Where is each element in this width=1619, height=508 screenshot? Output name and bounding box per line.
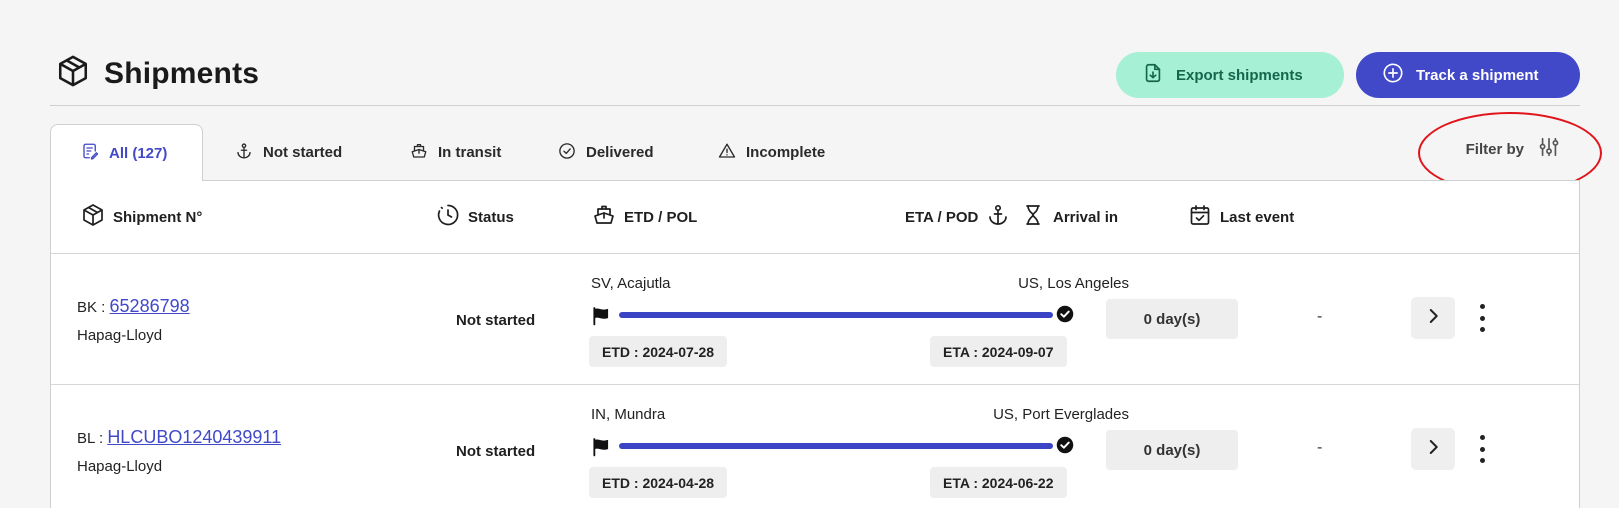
column-status[interactable]: Status xyxy=(436,203,514,231)
package-icon xyxy=(81,203,105,231)
shipment-reference: BL : HLCUBO1240439911 xyxy=(77,427,281,448)
file-download-icon xyxy=(1142,62,1164,88)
anchor-icon xyxy=(235,142,253,164)
carrier-name: Hapag-Lloyd xyxy=(77,327,163,344)
port-of-discharge: US, Los Angeles xyxy=(1018,275,1129,292)
tab-incomplete[interactable]: Incomplete xyxy=(688,124,855,181)
filter-by-button[interactable]: Filter by xyxy=(1466,136,1560,162)
progress-bar xyxy=(619,443,1053,449)
column-eta-pod-label: ETA / POD xyxy=(905,208,979,226)
table-row[interactable]: BL : HLCUBO1240439911 Hapag-Lloyd Not st… xyxy=(51,385,1579,508)
more-icon-dot xyxy=(1479,327,1485,332)
eta-chip: ETA : 2024-09-07 xyxy=(930,336,1067,367)
title-wrap: Shipments xyxy=(56,54,259,93)
open-shipment-button[interactable] xyxy=(1411,297,1455,339)
clock-icon xyxy=(436,203,460,231)
more-icon-dot xyxy=(1479,315,1485,321)
more-icon-dot xyxy=(1479,458,1485,463)
column-eta-pod[interactable]: ETA / POD xyxy=(905,203,1010,231)
etd-chip: ETD : 2024-07-28 xyxy=(589,336,728,367)
more-icon-dot xyxy=(1479,446,1485,452)
tab-incomplete-label: Incomplete xyxy=(746,144,826,161)
shipment-reference: BK : 65286798 xyxy=(77,296,190,317)
column-last-event[interactable]: Last event xyxy=(1188,203,1294,231)
calendar-check-icon xyxy=(1188,203,1212,231)
export-shipments-label: Export shipments xyxy=(1176,66,1303,84)
ship-icon xyxy=(592,203,616,231)
flag-icon xyxy=(591,437,611,462)
check-circle-filled-icon xyxy=(1056,436,1074,459)
plus-circle-icon xyxy=(1382,62,1404,88)
filter-by-label: Filter by xyxy=(1465,140,1524,158)
more-options-button[interactable] xyxy=(1475,304,1489,332)
tab-not-started-label: Not started xyxy=(263,144,343,161)
reference-type: BL : xyxy=(77,430,104,447)
more-icon-dot xyxy=(1479,435,1485,440)
ship-icon xyxy=(410,142,428,164)
open-shipment-button[interactable] xyxy=(1411,428,1455,470)
port-of-loading: SV, Acajutla xyxy=(591,275,671,292)
shipment-status: Not started xyxy=(456,443,536,460)
port-of-loading: IN, Mundra xyxy=(591,406,666,423)
last-event-value: - xyxy=(1317,308,1323,325)
tab-delivered[interactable]: Delivered xyxy=(528,124,684,181)
column-shipment-number[interactable]: Shipment N° xyxy=(81,203,202,231)
check-circle-icon xyxy=(558,142,576,164)
eta-chip: ETA : 2024-06-22 xyxy=(930,467,1067,498)
page-header: Shipments Export shipments Track a shipm… xyxy=(50,50,1580,106)
port-of-discharge: US, Port Everglades xyxy=(993,406,1129,423)
hourglass-icon xyxy=(1021,203,1045,231)
shipment-status: Not started xyxy=(456,312,536,329)
column-status-label: Status xyxy=(468,208,514,226)
column-etd-pol[interactable]: ETD / POL xyxy=(592,203,697,231)
column-last-event-label: Last event xyxy=(1220,208,1295,226)
arrival-in-value: 0 day(s) xyxy=(1106,299,1238,339)
page-title: Shipments xyxy=(104,56,260,90)
warning-icon xyxy=(718,142,736,164)
shipment-number-link[interactable]: 65286798 xyxy=(110,296,190,316)
table-row[interactable]: BK : 65286798 Hapag-Lloyd Not started SV… xyxy=(51,254,1579,385)
carrier-name: Hapag-Lloyd xyxy=(77,458,163,475)
list-icon xyxy=(81,142,99,164)
tab-not-started[interactable]: Not started xyxy=(205,124,372,181)
etd-chip: ETD : 2024-04-28 xyxy=(589,467,728,498)
tab-all-label: All (127) xyxy=(109,144,168,162)
sliders-icon xyxy=(1538,136,1560,162)
tab-all[interactable]: All (127) xyxy=(50,124,203,181)
track-shipment-button[interactable]: Track a shipment xyxy=(1356,52,1580,98)
tab-delivered-label: Delivered xyxy=(586,144,654,161)
flag-icon xyxy=(591,306,611,331)
column-etd-pol-label: ETD / POL xyxy=(624,208,698,226)
progress-bar xyxy=(619,312,1053,318)
shipments-table: Shipment N° Status ETD / POL ETA / POD A… xyxy=(50,180,1580,508)
chevron-right-icon xyxy=(1424,438,1442,461)
chevron-right-icon xyxy=(1424,307,1442,330)
status-tabs: All (127) Not started In transit Deliver… xyxy=(50,124,1580,181)
column-arrival-in[interactable]: Arrival in xyxy=(1021,203,1118,231)
check-circle-filled-icon xyxy=(1056,305,1074,328)
shipment-number-link[interactable]: HLCUBO1240439911 xyxy=(107,427,281,447)
table-header: Shipment N° Status ETD / POL ETA / POD A… xyxy=(51,181,1579,254)
last-event-value: - xyxy=(1317,439,1323,456)
export-shipments-button[interactable]: Export shipments xyxy=(1116,52,1344,98)
reference-type: BK : xyxy=(77,299,106,316)
column-arrival-label: Arrival in xyxy=(1053,208,1119,226)
anchor-icon xyxy=(986,203,1010,231)
column-shipment-label: Shipment N° xyxy=(113,208,203,226)
more-options-button[interactable] xyxy=(1475,435,1489,463)
arrival-in-value: 0 day(s) xyxy=(1106,430,1238,470)
more-icon-dot xyxy=(1479,304,1485,309)
track-shipment-label: Track a shipment xyxy=(1416,66,1539,84)
package-icon xyxy=(56,54,90,93)
tab-in-transit[interactable]: In transit xyxy=(380,124,531,181)
tab-in-transit-label: In transit xyxy=(438,144,502,161)
